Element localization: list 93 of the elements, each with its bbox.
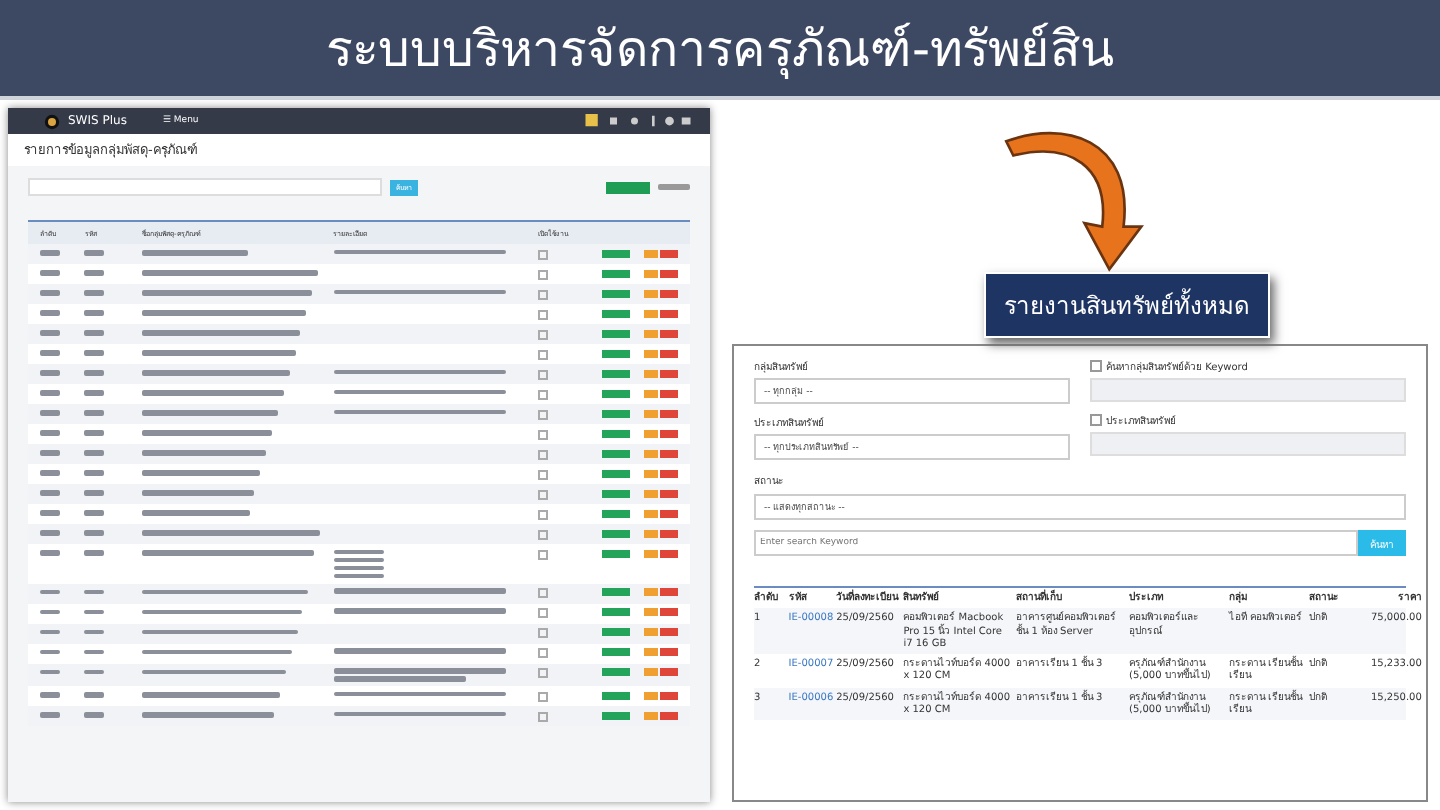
illegible-text [84, 470, 105, 476]
illegible-text [84, 250, 105, 256]
enable-button[interactable] [601, 489, 630, 497]
enable-button[interactable] [601, 329, 630, 337]
checkbox[interactable] [537, 409, 548, 419]
illegible-text [84, 649, 105, 655]
illegible-text [84, 350, 105, 356]
illegible-text [84, 370, 105, 376]
checkbox[interactable] [537, 249, 548, 259]
illegible-text [84, 550, 105, 556]
logo-icon [44, 113, 60, 129]
enable-button[interactable] [601, 529, 630, 537]
illegible-text [333, 573, 385, 578]
slide-title: ระบบบริหารจัดการครุภัณฑ์-ทรัพย์สิน [325, 18, 1115, 83]
checkbox[interactable] [537, 309, 548, 319]
illegible-text [142, 669, 286, 675]
illegible-text [142, 490, 255, 496]
checkbox[interactable] [537, 449, 548, 459]
illegible-text [84, 712, 105, 718]
illegible-text [84, 530, 105, 536]
checkbox[interactable] [537, 389, 548, 399]
illegible-text [658, 184, 690, 190]
enable-button[interactable] [601, 309, 630, 317]
illegible-text [84, 430, 105, 436]
enable-button[interactable] [601, 691, 630, 699]
enable-button[interactable] [601, 509, 630, 517]
checkbox[interactable] [537, 329, 548, 339]
illegible-text [333, 565, 385, 570]
illegible-text [84, 330, 105, 336]
checkbox[interactable] [537, 269, 548, 279]
add-button[interactable] [606, 181, 650, 193]
search-field[interactable] [28, 178, 382, 196]
enable-button[interactable] [601, 588, 630, 596]
checkbox[interactable] [537, 469, 548, 479]
illegible-text [84, 669, 105, 675]
enable-button[interactable] [601, 711, 630, 719]
checkbox[interactable] [537, 369, 548, 379]
illegible-text [84, 290, 105, 296]
enable-button[interactable] [601, 269, 630, 277]
checkbox[interactable] [537, 588, 548, 598]
checkbox[interactable] [537, 608, 548, 618]
illegible-text [84, 310, 105, 316]
checkbox[interactable] [537, 349, 548, 359]
illegible-text [142, 410, 278, 416]
illegible-text [333, 557, 385, 562]
checkbox[interactable] [1090, 360, 1102, 372]
enable-button[interactable] [601, 409, 630, 417]
illegible-text [84, 609, 105, 615]
illegible-text [84, 450, 105, 456]
illegible-text [84, 410, 105, 416]
illegible-text [142, 390, 284, 396]
illegible-text [142, 712, 275, 718]
enable-button[interactable] [601, 648, 630, 656]
illegible-text [84, 490, 105, 496]
illegible-text [142, 692, 280, 698]
illegible-text [84, 629, 105, 635]
illegible-text [84, 692, 105, 698]
illegible-text [142, 430, 273, 436]
illegible-text [142, 470, 261, 476]
enable-button[interactable] [601, 429, 630, 437]
enable-button[interactable] [601, 289, 630, 297]
checkbox[interactable] [537, 509, 548, 519]
checkbox[interactable] [537, 648, 548, 658]
checkbox[interactable] [537, 549, 548, 559]
illegible-text [333, 676, 467, 681]
checkbox[interactable] [537, 711, 548, 721]
enable-button[interactable] [601, 249, 630, 257]
illegible-text [142, 250, 248, 256]
checkbox[interactable] [537, 529, 548, 539]
enable-button[interactable] [601, 369, 630, 377]
checkbox[interactable] [537, 429, 548, 439]
illegible-text [84, 510, 105, 516]
illegible-text [84, 270, 105, 276]
illegible-text [142, 510, 250, 516]
enable-button[interactable] [601, 628, 630, 636]
checkbox[interactable] [1090, 414, 1102, 426]
checkbox[interactable] [537, 289, 548, 299]
enable-button[interactable] [601, 668, 630, 676]
illegible-text [84, 390, 105, 396]
enable-button[interactable] [601, 349, 630, 357]
checkbox[interactable] [537, 489, 548, 499]
checkbox[interactable] [537, 691, 548, 701]
enable-button[interactable] [601, 608, 630, 616]
enable-button[interactable] [601, 389, 630, 397]
enable-button[interactable] [601, 449, 630, 457]
checkbox[interactable] [537, 668, 548, 678]
checkbox[interactable] [537, 628, 548, 638]
enable-button[interactable] [601, 549, 630, 557]
illegible-text [333, 549, 385, 554]
callout-label: รายงานสินทรัพย์ทั้งหมด [984, 272, 1270, 338]
enable-button[interactable] [601, 469, 630, 477]
illegible-text [142, 450, 267, 456]
illegible-text [84, 589, 105, 595]
